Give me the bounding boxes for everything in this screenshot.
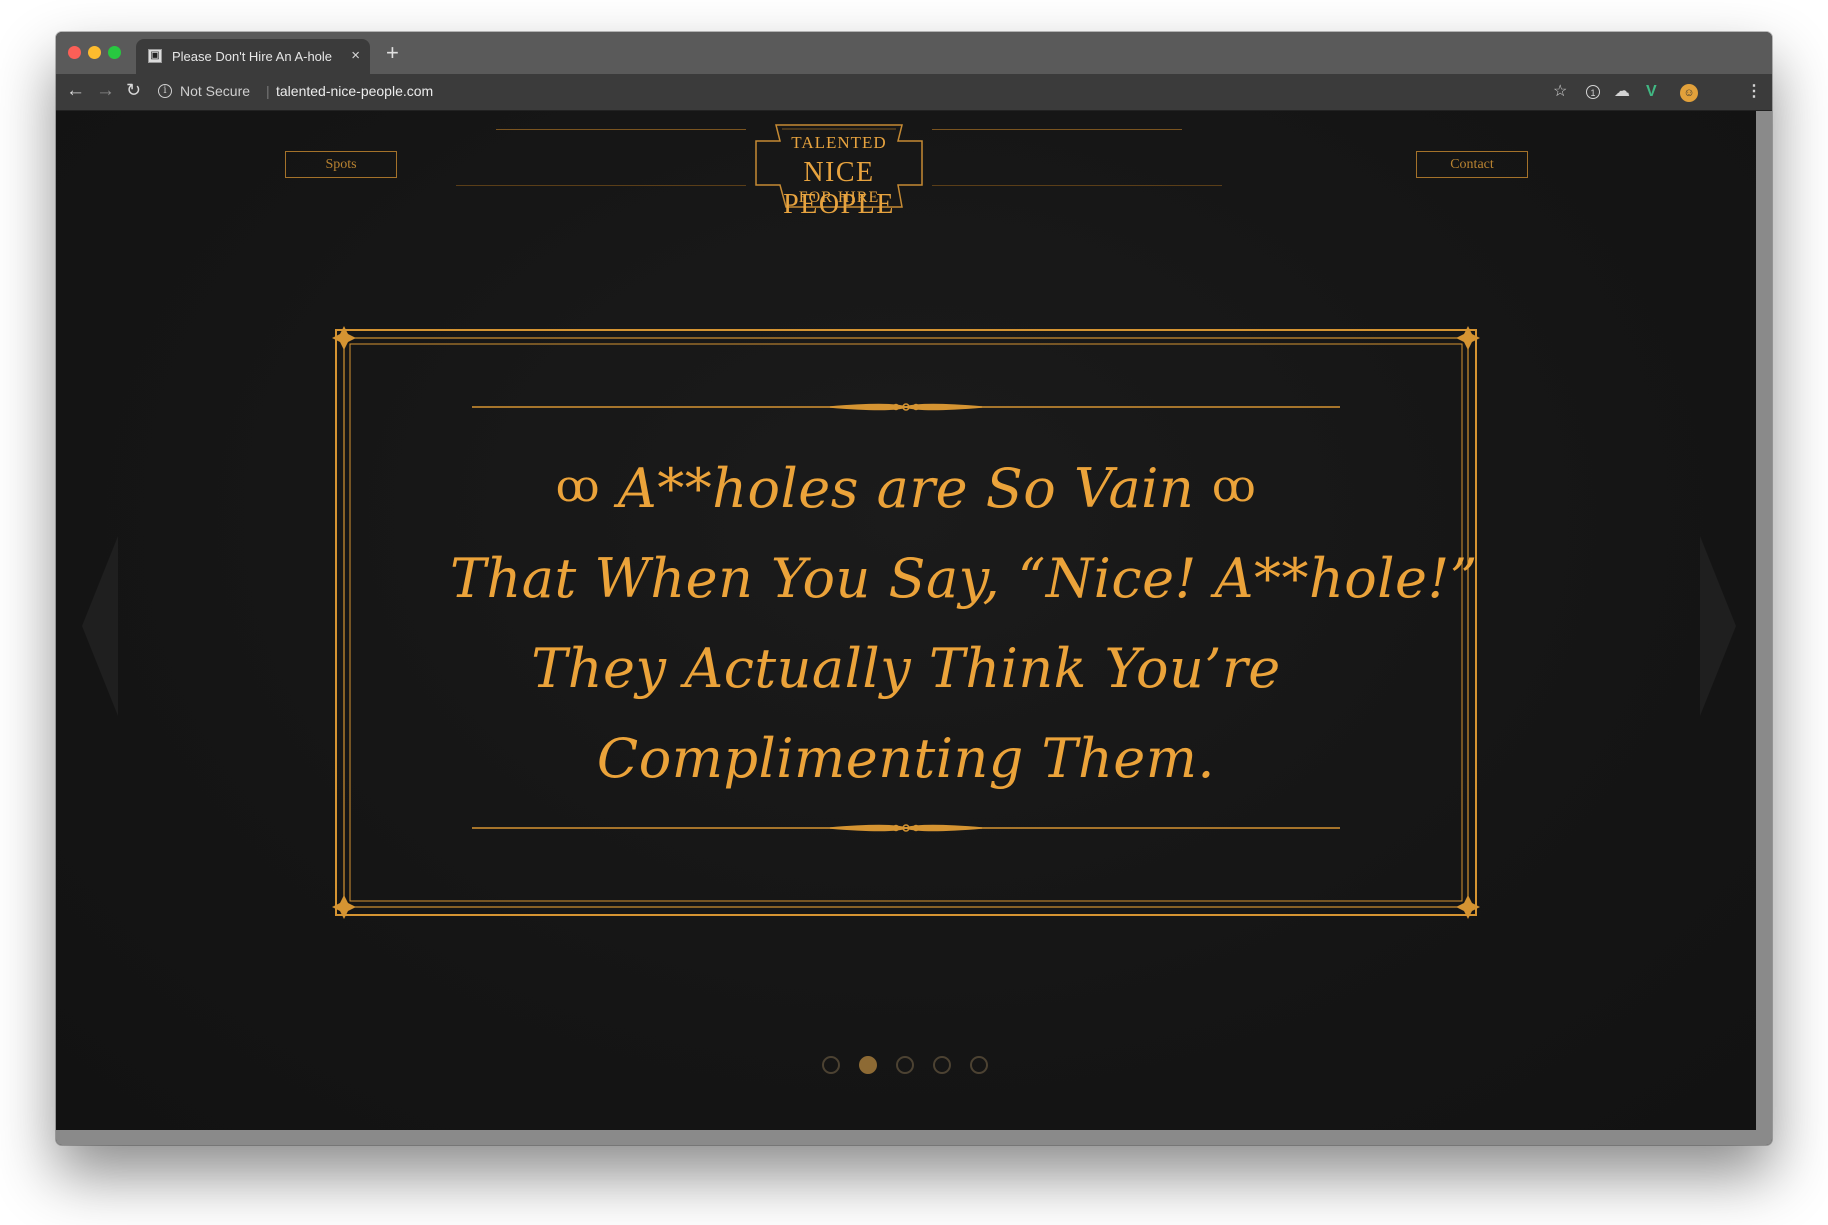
zoom-window-button[interactable] bbox=[108, 46, 121, 59]
carousel-dot-3[interactable] bbox=[896, 1056, 914, 1074]
minimize-window-button[interactable] bbox=[88, 46, 101, 59]
url-text[interactable]: talented-nice-people.com bbox=[276, 83, 433, 99]
reload-icon[interactable]: ↻ bbox=[126, 80, 141, 101]
new-tab-button[interactable]: + bbox=[386, 40, 399, 66]
address-bar[interactable]: i Not Secure | talented-nice-people.com bbox=[158, 79, 1618, 105]
browser-toolbar: ← → ↻ i Not Secure | talented-nice-peopl… bbox=[56, 74, 1772, 111]
ghost-extension-icon[interactable]: ☁ bbox=[1614, 83, 1630, 101]
profile-avatar-icon[interactable]: ☺ bbox=[1680, 84, 1698, 102]
tab-bar: ▣ Please Don't Hire An A-hole × + bbox=[56, 32, 1772, 74]
page-content: Spots Contact TALENTED NICE PEOPLE FOR H… bbox=[56, 111, 1756, 1130]
kebab-menu-icon[interactable]: ⋮ bbox=[1746, 83, 1762, 101]
header-rule-right-lower bbox=[932, 185, 1222, 186]
slide-quote: ꝏ A**holes are So Vain ꝏ That When You S… bbox=[450, 442, 1478, 804]
logo-line-for-hire: FOR HIRE bbox=[798, 189, 880, 206]
header-rule-left bbox=[496, 129, 746, 130]
quote-line-2: That When You Say, “Nice! A**hole!” bbox=[450, 547, 1478, 610]
vue-devtools-icon[interactable]: V bbox=[1646, 83, 1657, 101]
header-rule-left-lower bbox=[456, 185, 746, 186]
back-arrow-icon[interactable]: ← bbox=[66, 80, 85, 102]
tab-title: Please Don't Hire An A-hole bbox=[172, 49, 333, 64]
logo-line-talented: TALENTED bbox=[791, 133, 887, 152]
star-icon[interactable]: ☆ bbox=[1553, 83, 1567, 101]
password-extension-icon[interactable]: 1 bbox=[1586, 85, 1600, 99]
swirl-left-icon: ꝏ bbox=[555, 461, 601, 512]
header-rule-right bbox=[932, 129, 1182, 130]
next-slide-arrow[interactable] bbox=[1700, 536, 1736, 716]
page-scrollbar[interactable] bbox=[1756, 111, 1772, 1145]
carousel-dot-2[interactable] bbox=[859, 1056, 877, 1074]
quote-line-4: Complimenting Them. bbox=[596, 727, 1216, 790]
quote-line-1: ꝏ A**holes are So Vain ꝏ bbox=[450, 442, 1362, 534]
close-window-button[interactable] bbox=[68, 46, 81, 59]
carousel-dot-1[interactable] bbox=[822, 1056, 840, 1074]
url-separator: | bbox=[266, 83, 270, 99]
active-tab[interactable]: ▣ Please Don't Hire An A-hole × bbox=[136, 39, 370, 74]
contact-link[interactable]: Contact bbox=[1416, 151, 1528, 178]
forward-arrow-icon[interactable]: → bbox=[96, 80, 115, 102]
info-icon[interactable]: i bbox=[158, 84, 172, 98]
carousel-dot-5[interactable] bbox=[970, 1056, 988, 1074]
quote-line-1-text: A**holes are So Vain bbox=[617, 457, 1195, 520]
page-bottom-bar bbox=[56, 1130, 1756, 1145]
spots-link[interactable]: Spots bbox=[285, 151, 397, 178]
carousel-dot-4[interactable] bbox=[933, 1056, 951, 1074]
browser-window: ▣ Please Don't Hire An A-hole × + ← → ↻ … bbox=[56, 32, 1772, 1145]
swirl-right-icon: ꝏ bbox=[1211, 461, 1257, 512]
security-label: Not Secure bbox=[180, 83, 251, 99]
site-logo[interactable]: TALENTED NICE PEOPLE FOR HIRE bbox=[746, 119, 932, 220]
previous-slide-arrow[interactable] bbox=[82, 536, 118, 716]
quote-frame: ꝏ A**holes are So Vain ꝏ That When You S… bbox=[330, 324, 1482, 921]
quote-line-3: They Actually Think You’re bbox=[531, 637, 1281, 700]
favicon-icon: ▣ bbox=[148, 49, 162, 63]
tab-close-icon[interactable]: × bbox=[351, 47, 360, 64]
